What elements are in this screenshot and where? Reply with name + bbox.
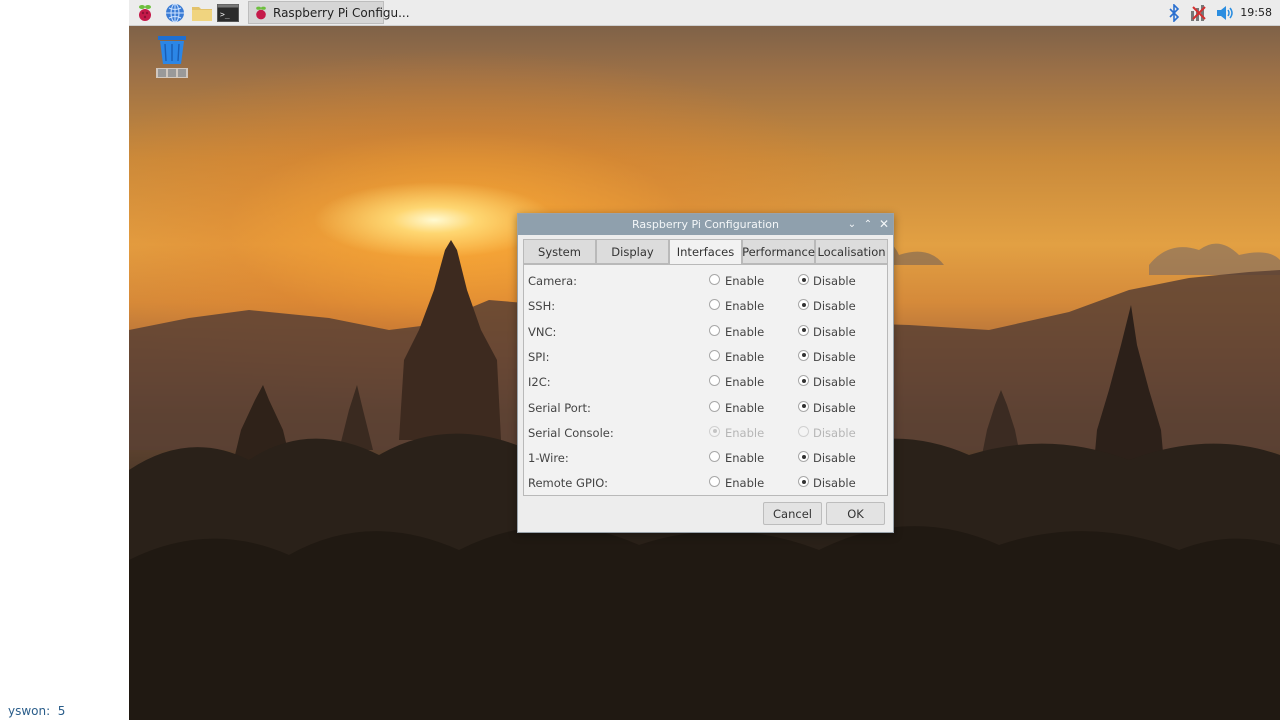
enable-radio[interactable] [709,349,720,361]
ok-button[interactable]: OK [826,502,885,525]
interface-row-vnc: VNC: Enable Disable [524,319,887,344]
interface-row-serial-console: Serial Console: Enable Disable [524,420,887,445]
interface-label: Remote GPIO: [528,476,608,491]
tab-system[interactable]: System [523,239,596,264]
tab-localisation[interactable]: Localisation [815,239,888,264]
disable-label[interactable]: Disable [813,476,856,490]
taskbar-window-title: Raspberry Pi Configu... [273,5,410,20]
disable-label[interactable]: Disable [813,325,856,339]
enable-radio[interactable] [709,324,720,336]
network-disconnected-icon[interactable] [1189,3,1209,23]
interface-row-remote-gpio: Remote GPIO: Enable Disable [524,470,887,495]
interfaces-panel: Camera: Enable Disable SSH: Enable Disable VNC… [523,264,888,496]
disable-label: Disable [813,425,856,440]
interface-row-spi: SPI: Enable Disable [524,344,887,369]
raspberry-menu-icon[interactable] [134,2,156,24]
enable-radio[interactable] [709,476,720,488]
interface-row-serial-port: Serial Port: Enable Disable [524,395,887,420]
interface-label: 1-Wire: [528,451,569,466]
disable-radio [798,425,809,437]
cancel-button[interactable]: Cancel [763,502,822,525]
disable-radio[interactable] [798,375,809,387]
enable-label[interactable]: Enable [725,401,764,415]
config-dialog: Raspberry Pi Configuration ⌄ ⌃ ✕ System … [517,213,894,533]
terminal-icon[interactable]: >_ [217,2,239,24]
tab-display[interactable]: Display [596,239,669,264]
disable-label[interactable]: Disable [813,350,856,364]
enable-label[interactable]: Enable [725,451,764,465]
trash-icon[interactable] [156,34,188,82]
left-blank-panel [0,0,129,720]
taskbar-window-button[interactable]: Raspberry Pi Configu... [248,1,410,24]
enable-radio[interactable] [709,299,720,311]
web-browser-icon[interactable] [164,2,186,24]
interface-row-i2c: I2C: Enable Disable [524,369,887,394]
interface-label: SSH: [528,299,556,314]
enable-label[interactable]: Enable [725,375,764,389]
interface-row-ssh: SSH: Enable Disable [524,293,887,318]
disable-label[interactable]: Disable [813,401,856,415]
minimize-icon[interactable]: ⌄ [845,217,859,231]
disable-radio[interactable] [798,476,809,488]
tab-performance[interactable]: Performance [742,239,815,264]
disable-label[interactable]: Disable [813,375,856,389]
dialog-title: Raspberry Pi Configuration [631,218,779,231]
interface-label: Camera: [528,274,578,288]
svg-text:>_: >_ [220,10,230,19]
volume-icon[interactable] [1215,3,1235,23]
raspberry-app-icon [253,5,269,21]
enable-radio [709,425,720,437]
disable-radio[interactable] [798,324,809,336]
enable-radio[interactable] [709,451,720,463]
tab-interfaces[interactable]: Interfaces [669,239,742,264]
enable-label[interactable]: Enable [725,476,764,490]
maximize-icon[interactable]: ⌃ [861,217,875,231]
enable-label[interactable]: Enable [725,325,764,339]
disable-radio[interactable] [798,451,809,463]
file-manager-icon[interactable] [191,2,213,24]
interface-label: SPI: [528,349,550,364]
disable-radio[interactable] [798,274,809,285]
enable-radio[interactable] [709,274,720,285]
taskbar: >_ Raspberry Pi Configu... 19:58 [129,0,1280,26]
tab-bar: System Display Interfaces Performance Lo… [523,239,888,264]
disable-radio[interactable] [798,400,809,412]
dialog-titlebar[interactable]: Raspberry Pi Configuration ⌄ ⌃ ✕ [518,214,893,235]
close-icon[interactable]: ✕ [877,217,891,231]
enable-radio[interactable] [709,375,720,387]
enable-label[interactable]: Enable [725,299,764,313]
bluetooth-icon[interactable] [1164,3,1184,23]
interface-label: Serial Console: [528,425,614,440]
disable-radio[interactable] [798,349,809,361]
disable-label[interactable]: Disable [813,274,856,288]
disable-label[interactable]: Disable [813,451,856,465]
enable-label[interactable]: Enable [725,274,764,288]
disable-radio[interactable] [798,299,809,311]
enable-label: Enable [725,425,765,440]
interface-label: Serial Port: [528,400,591,415]
clock: 19:58 [1240,6,1272,19]
disable-label[interactable]: Disable [813,299,856,313]
enable-radio[interactable] [709,400,720,412]
interface-row-1-wire: 1-Wire: Enable Disable [524,445,887,470]
enable-label[interactable]: Enable [725,350,764,364]
corner-label: yswon: 5 [8,704,66,718]
interface-row-camera: Camera: Enable Disable [524,268,887,293]
interface-label: I2C: [528,375,551,390]
interface-label: VNC: [528,324,557,339]
